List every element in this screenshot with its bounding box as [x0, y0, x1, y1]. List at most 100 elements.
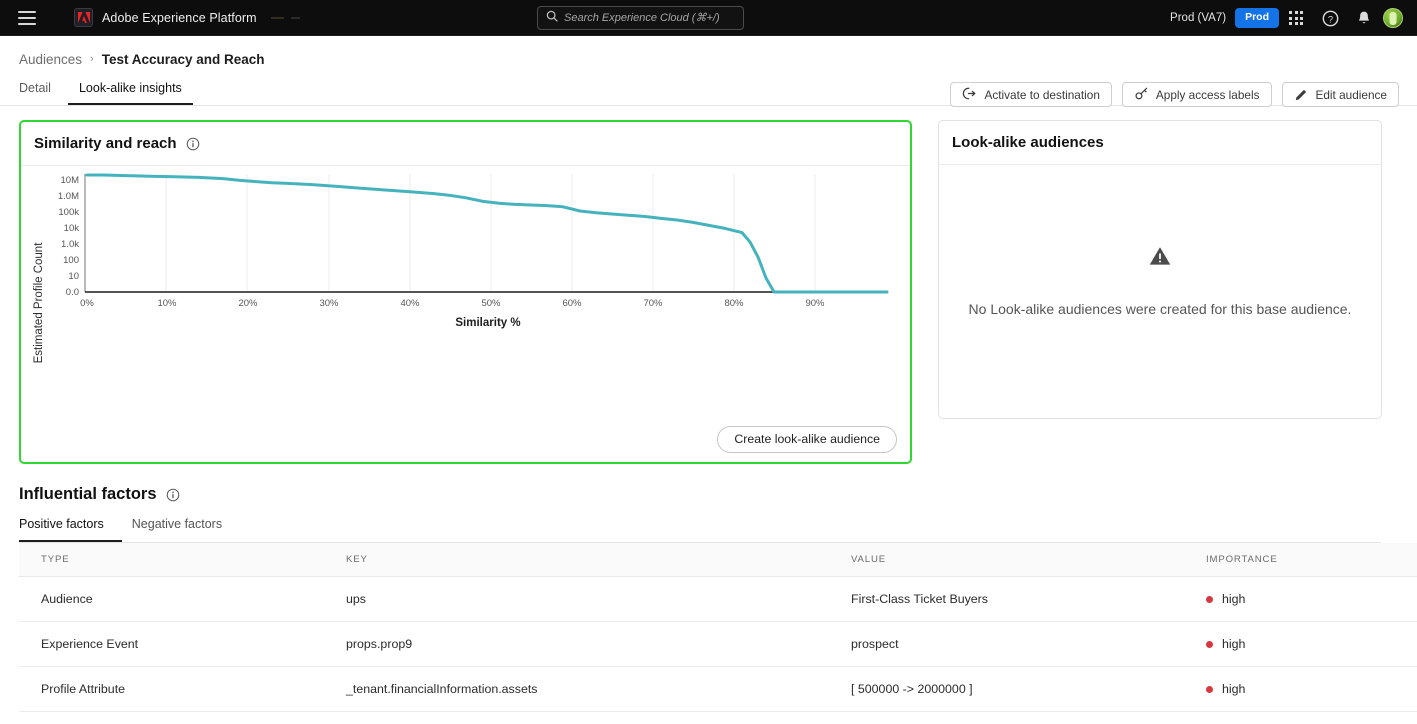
svg-text:100: 100: [63, 255, 79, 266]
header-action-buttons: Activate to destination Apply access lab…: [950, 82, 1399, 107]
chart-y-tick-labels: 10M 1.0M 100k 10k 1.0k 100 10 0.0: [58, 175, 79, 298]
brand-secondary-marks: [270, 16, 300, 19]
table-row[interactable]: Profile Attribute _tenant.personalInform…: [19, 711, 1417, 724]
column-header-key[interactable]: KEY: [324, 543, 829, 577]
tab-look-alike-insights[interactable]: Look-alike insights: [67, 78, 193, 105]
look-alike-empty-state: No Look-alike audiences were created for…: [939, 165, 1381, 419]
svg-text:?: ?: [1327, 14, 1332, 25]
importance-dot: [1206, 685, 1213, 693]
influential-factors-table-wrap: TYPE KEY VALUE IMPORTANCE Audience ups F…: [19, 543, 1417, 724]
cell-importance: high: [1184, 621, 1417, 667]
similarity-card-footer: Create look-alike audience: [21, 416, 910, 462]
page-title: Test Accuracy and Reach: [101, 51, 265, 67]
tab-positive-factors[interactable]: Positive factors: [19, 515, 122, 542]
svg-text:80%: 80%: [724, 298, 744, 309]
table-header-row: TYPE KEY VALUE IMPORTANCE: [19, 543, 1417, 577]
breadcrumb-separator: ›: [90, 53, 94, 65]
cell-key: _tenant.personalInformation.county: [324, 711, 829, 724]
svg-text:10k: 10k: [64, 223, 80, 234]
svg-text:100k: 100k: [58, 207, 79, 218]
cell-type: Profile Attribute: [19, 711, 324, 724]
activate-to-destination-button[interactable]: Activate to destination: [950, 82, 1112, 107]
activate-arrow-icon: [962, 86, 977, 104]
chart-gridlines: [165, 174, 816, 292]
create-look-alike-audience-button[interactable]: Create look-alike audience: [717, 425, 897, 453]
similarity-chart-svg: Estimated Profile Count 10M 1.0M 100k 10…: [33, 173, 889, 363]
svg-text:1.0M: 1.0M: [58, 191, 79, 202]
similarity-and-reach-card: Similarity and reach Estimated Profile C…: [19, 120, 912, 464]
influential-factors-title: Influential factors: [19, 485, 157, 503]
look-alike-card-header: Look-alike audiences: [939, 121, 1381, 165]
cell-importance: medium: [1184, 711, 1417, 724]
table-body: Audience ups First-Class Ticket Buyers h…: [19, 576, 1417, 724]
svg-text:50%: 50%: [481, 298, 501, 309]
table-row[interactable]: Experience Event props.prop9 prospect hi…: [19, 621, 1417, 667]
svg-text:60%: 60%: [562, 298, 582, 309]
cell-value: prospect: [829, 621, 1184, 667]
cell-type: Profile Attribute: [19, 666, 324, 712]
svg-text:70%: 70%: [643, 298, 663, 309]
svg-text:10: 10: [68, 271, 79, 282]
column-header-value[interactable]: VALUE: [829, 543, 1184, 577]
svg-text:10M: 10M: [61, 175, 80, 186]
svg-text:1.0k: 1.0k: [61, 239, 79, 250]
importance-dot: [1206, 640, 1213, 648]
column-header-type[interactable]: TYPE: [19, 543, 324, 577]
importance-dot: [1206, 595, 1213, 603]
tab-detail[interactable]: Detail: [8, 78, 62, 105]
cell-value: LOS ANGELES: [829, 711, 1184, 724]
svg-text:0.0: 0.0: [66, 287, 79, 298]
info-circle-icon[interactable]: [186, 137, 200, 151]
similarity-card-header: Similarity and reach: [21, 122, 910, 166]
chart-series-line: [85, 173, 889, 294]
look-alike-empty-message: No Look-alike audiences were created for…: [968, 300, 1352, 317]
bell-icon[interactable]: [1347, 1, 1381, 35]
svg-text:20%: 20%: [238, 298, 258, 309]
tab-negative-factors[interactable]: Negative factors: [122, 515, 232, 542]
table-row[interactable]: Audience ups First-Class Ticket Buyers h…: [19, 576, 1417, 622]
look-alike-card-title: Look-alike audiences: [952, 134, 1104, 151]
edit-audience-button[interactable]: Edit audience: [1281, 82, 1399, 107]
app-grid-icon[interactable]: [1279, 1, 1313, 35]
cell-key: props.prop9: [324, 621, 829, 667]
cell-type: Audience: [19, 576, 324, 622]
main-content: Similarity and reach Estimated Profile C…: [0, 106, 1417, 724]
influential-factors-tabs: Positive factors Negative factors: [19, 515, 1399, 542]
key-icon: [1134, 86, 1149, 104]
adobe-logo-icon[interactable]: [74, 8, 93, 27]
table-row[interactable]: Profile Attribute _tenant.financialInfor…: [19, 666, 1417, 712]
importance-label: high: [1222, 637, 1246, 651]
topbar-right-cluster: Prod (VA7) Prod ?: [1170, 0, 1403, 36]
environment-label: Prod (VA7): [1170, 12, 1227, 24]
influential-factors-section: Influential factors Positive factors Neg…: [19, 485, 1417, 724]
hamburger-menu-icon[interactable]: [18, 10, 36, 25]
info-circle-icon[interactable]: [166, 488, 180, 502]
svg-text:30%: 30%: [319, 298, 339, 309]
activate-to-destination-label: Activate to destination: [984, 87, 1100, 102]
apply-access-labels-button[interactable]: Apply access labels: [1121, 82, 1272, 107]
cell-value: First-Class Ticket Buyers: [829, 576, 1184, 622]
top-navigation-bar: Adobe Experience Platform Prod (VA7) Pro…: [0, 0, 1417, 36]
importance-label: high: [1222, 592, 1246, 606]
chart-x-axis-title: Similarity %: [455, 317, 520, 329]
column-header-importance[interactable]: IMPORTANCE: [1184, 543, 1417, 577]
svg-text:10%: 10%: [157, 298, 177, 309]
svg-text:40%: 40%: [400, 298, 420, 309]
breadcrumb-parent[interactable]: Audiences: [19, 52, 82, 67]
search-input[interactable]: [564, 12, 735, 24]
influential-factors-title-row: Influential factors: [19, 485, 1399, 504]
edit-audience-label: Edit audience: [1315, 87, 1388, 102]
help-circle-icon[interactable]: ?: [1313, 1, 1347, 35]
global-search[interactable]: [537, 6, 744, 30]
user-avatar[interactable]: [1383, 8, 1403, 28]
svg-text:90%: 90%: [805, 298, 825, 309]
similarity-card-title: Similarity and reach: [34, 135, 177, 152]
environment-pill[interactable]: Prod: [1235, 8, 1279, 28]
chart-x-tick-labels: 0% 10% 20% 30% 40% 50% 60% 70% 80% 90%: [80, 298, 825, 309]
apply-access-labels-label: Apply access labels: [1155, 87, 1260, 102]
svg-text:0%: 0%: [80, 298, 94, 309]
cell-importance: high: [1184, 666, 1417, 712]
cell-importance: high: [1184, 576, 1417, 622]
top-cards-row: Similarity and reach Estimated Profile C…: [19, 120, 1399, 464]
brand-title: Adobe Experience Platform: [102, 10, 257, 25]
